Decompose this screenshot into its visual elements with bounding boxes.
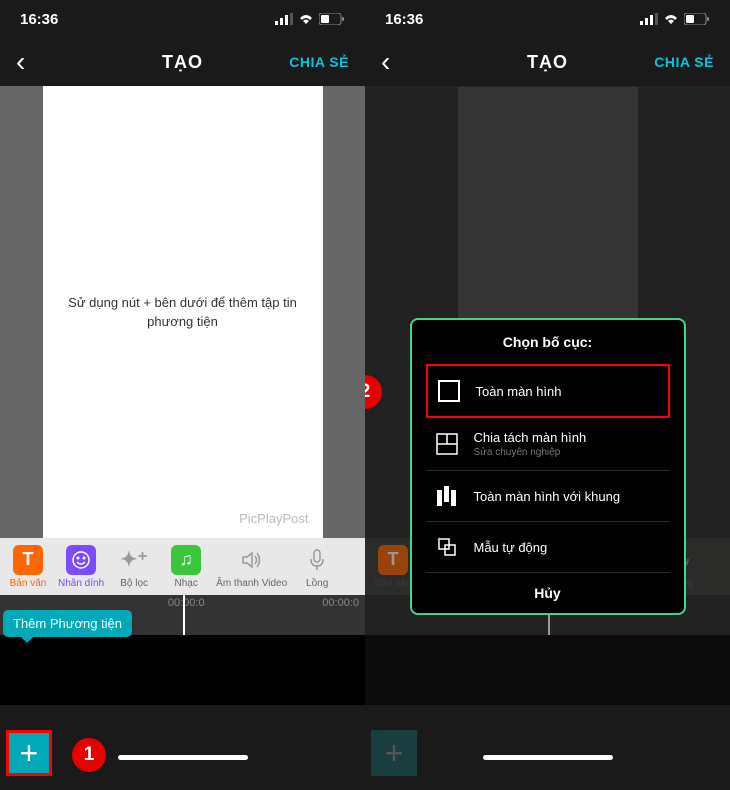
bottom-bar: + (365, 705, 730, 790)
page-title: TẠO (162, 52, 203, 73)
track[interactable]: Thêm Phương tiện (0, 635, 365, 705)
popup-title: Chọn bố cục: (426, 334, 670, 350)
track (365, 635, 730, 705)
frame-icon (434, 483, 460, 509)
tool-text-label: Bản văn (10, 578, 47, 589)
signal-icon (275, 13, 293, 25)
text-icon: T (378, 545, 408, 575)
popup-opt1-label: Toàn màn hình (476, 384, 660, 399)
svg-text:+: + (437, 536, 442, 544)
tool-filter-label: Bộ lọc (120, 578, 148, 589)
wifi-icon (663, 13, 679, 25)
watermark: PicPlayPost (239, 511, 308, 526)
split-icon (434, 431, 460, 457)
sticker-icon (66, 545, 96, 575)
tool-music[interactable]: ♫ Nhạc (160, 541, 212, 593)
header: ‹ TẠO CHIA SẺ (0, 38, 365, 86)
share-button[interactable]: CHIA SẺ (654, 54, 714, 70)
canvas-area: Sử dụng nút + bên dưới để thêm tập tin p… (0, 86, 365, 538)
playhead[interactable] (183, 595, 185, 635)
popup-opt2-sub: Sửa chuyên nghiệp (474, 447, 662, 458)
tool-sticker-label: Nhãn dính (58, 578, 104, 589)
home-indicator[interactable] (118, 755, 248, 760)
step-badge-1: 1 (72, 738, 106, 772)
page-title: TẠO (527, 52, 568, 73)
text-icon: T (13, 545, 43, 575)
wifi-icon (298, 13, 314, 25)
time-end: 00:00:0 (322, 597, 359, 609)
tool-text-label: Bản văn (375, 578, 412, 589)
status-time: 16:36 (385, 11, 423, 28)
popup-opt3-label: Toàn màn hình với khung (474, 489, 662, 504)
popup-opt4-label: Mẫu tự động (474, 540, 662, 555)
home-indicator[interactable] (483, 755, 613, 760)
share-button[interactable]: CHIA SẺ (289, 54, 349, 70)
tool-dub[interactable]: Lồng (291, 541, 343, 593)
time-start: 00:00:0 (168, 597, 205, 609)
popup-frame[interactable]: Toàn màn hình với khung (426, 471, 670, 522)
canvas-area: 2 Chọn bố cục: Toàn màn hình Chia tách m… (365, 86, 730, 538)
popup-auto[interactable]: + Mẫu tự động (426, 522, 670, 573)
tool-audio[interactable]: Âm thanh Video (212, 541, 291, 593)
status-icons (640, 13, 710, 25)
layout-popup: Chọn bố cục: Toàn màn hình Chia tách màn… (410, 318, 686, 615)
screen-1: 16:36 ‹ TẠO CHIA SẺ Sử dụng nút + bên dư… (0, 0, 365, 790)
popup-cancel[interactable]: Hủy (426, 573, 670, 605)
status-icons (275, 13, 345, 25)
bottom-bar: + 1 (0, 705, 365, 790)
status-bar: 16:36 (365, 0, 730, 38)
tool-dub-label: Lồng (306, 578, 328, 589)
music-icon: ♫ (171, 545, 201, 575)
tool-audio-label: Âm thanh Video (216, 578, 287, 589)
popup-opt2-label: Chia tách màn hình (474, 430, 662, 445)
wand-icon: ✦⁺ (119, 545, 149, 575)
back-button[interactable]: ‹ (381, 46, 390, 78)
header: ‹ TẠO CHIA SẺ (365, 38, 730, 86)
battery-icon (319, 13, 345, 25)
tool-sticker[interactable]: Nhãn dính (54, 541, 108, 593)
mic-icon (302, 545, 332, 575)
popup-fullscreen[interactable]: Toàn màn hình (426, 364, 670, 418)
canvas-placeholder: Sử dụng nút + bên dưới để thêm tập tin p… (63, 293, 303, 332)
toolbar: T Bản văn Nhãn dính ✦⁺ Bộ lọc ♫ Nhạc Âm … (0, 538, 365, 595)
tool-filter[interactable]: ✦⁺ Bộ lọc (108, 541, 160, 593)
add-media-button[interactable]: + (6, 730, 52, 776)
battery-icon (684, 13, 710, 25)
back-button[interactable]: ‹ (16, 46, 25, 78)
tool-music-label: Nhạc (174, 578, 197, 589)
speaker-icon (237, 545, 267, 575)
canvas[interactable]: Sử dụng nút + bên dưới để thêm tập tin p… (43, 86, 323, 538)
fullscreen-icon (436, 378, 462, 404)
auto-icon: + (434, 534, 460, 560)
status-time: 16:36 (20, 11, 58, 28)
tool-text[interactable]: T Bản văn (2, 541, 54, 593)
popup-split[interactable]: Chia tách màn hình Sửa chuyên nghiệp (426, 418, 670, 471)
signal-icon (640, 13, 658, 25)
status-bar: 16:36 (0, 0, 365, 38)
add-media-tooltip: Thêm Phương tiện (3, 610, 132, 637)
step-badge-2: 2 (365, 375, 382, 409)
add-media-button: + (371, 730, 417, 776)
screen-2: 16:36 ‹ TẠO CHIA SẺ 2 Chọn bố cục: Toàn … (365, 0, 730, 790)
